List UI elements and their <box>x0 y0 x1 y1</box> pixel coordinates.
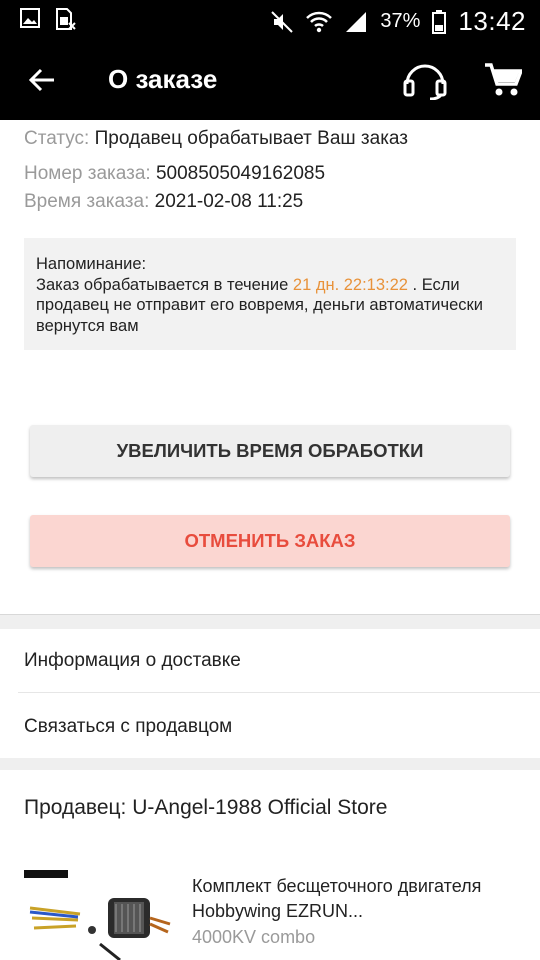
order-status: Статус: Продавец обрабатывает Ваш заказ <box>24 128 408 150</box>
order-number-value: 5008505049162085 <box>155 163 326 184</box>
support-headset-icon[interactable] <box>402 60 448 100</box>
order-time-label: Время заказа: <box>24 191 150 212</box>
cancel-order-button[interactable]: ОТМЕНИТЬ ЗАКАЗ <box>30 515 510 567</box>
order-time-value: 2021-02-08 11:25 <box>154 191 304 212</box>
signal-icon <box>346 11 367 32</box>
section-divider <box>0 614 540 629</box>
countdown: 21 дн. 22:13:22 <box>292 275 408 294</box>
delivery-info-link[interactable]: Информация о доставке <box>24 650 241 672</box>
sim-card-icon <box>56 8 76 30</box>
battery-percent: 37% <box>380 10 421 32</box>
clock: 13:42 <box>458 6 526 36</box>
cart-icon[interactable] <box>484 62 522 98</box>
order-time: Время заказа: 2021-02-08 11:25 <box>24 191 303 213</box>
status-label: Статус: <box>24 128 90 149</box>
section-divider <box>0 758 540 770</box>
reminder-text: Заказ обрабатывается в течение 21 дн. 22… <box>36 275 504 337</box>
status-value: Продавец обрабатывает Ваш заказ <box>94 128 408 149</box>
mute-icon <box>271 10 294 33</box>
product-image[interactable] <box>20 868 180 960</box>
back-arrow-icon[interactable] <box>26 64 58 96</box>
app-bar: О заказе <box>0 40 540 120</box>
divider <box>18 692 540 693</box>
battery-icon <box>432 9 447 34</box>
product-variant: 4000KV combo <box>192 927 316 947</box>
page-title: О заказе <box>108 64 218 94</box>
order-number-label: Номер заказа: <box>24 163 151 184</box>
seller-name[interactable]: Продавец: U-Angel-1988 Official Store <box>24 796 387 820</box>
order-number: Номер заказа: 5008505049162085 <box>24 163 325 185</box>
gallery-icon <box>20 8 40 28</box>
status-bar: 37% 13:42 <box>0 0 540 40</box>
product-title[interactable]: Комплект бесщеточного двигателя Hobbywin… <box>192 874 512 924</box>
extend-processing-time-button[interactable]: УВЕЛИЧИТЬ ВРЕМЯ ОБРАБОТКИ <box>30 425 510 477</box>
reminder-heading: Напоминание: <box>36 255 147 273</box>
wifi-icon <box>306 11 333 32</box>
reminder-box: Напоминание: Заказ обрабатывается в тече… <box>24 238 516 350</box>
contact-seller-link[interactable]: Связаться с продавцом <box>24 716 232 738</box>
reminder-text-before: Заказ обрабатывается в течение <box>36 275 293 294</box>
